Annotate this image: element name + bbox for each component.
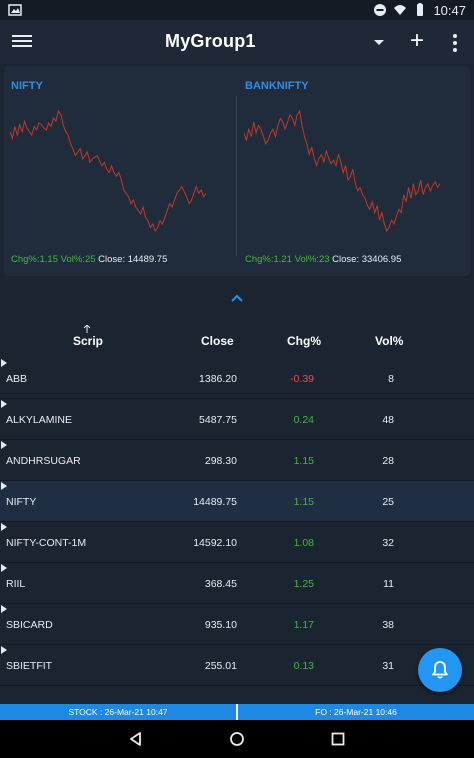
chg-value: 1.08	[293, 537, 314, 549]
chart-divider	[236, 96, 237, 256]
recents-icon[interactable]	[330, 731, 346, 747]
table-row[interactable]: RIIL 368.45 1.25 11	[0, 563, 474, 604]
app-bar: MyGroup1 +	[0, 20, 474, 64]
banknifty-line-chart	[244, 109, 440, 233]
vol-value: 32	[382, 537, 394, 549]
nifty-line-chart	[10, 109, 206, 233]
close-value: 14592.10	[193, 537, 237, 549]
status-time: 10:47	[433, 2, 466, 18]
close-value: 368.45	[204, 578, 237, 590]
row-arrow-icon[interactable]	[0, 481, 8, 491]
chart-stats: Chg%:1.21 Vol%:23 Close: 33406.95	[245, 254, 401, 265]
scrip-name: NIFTY	[6, 496, 37, 508]
back-icon[interactable]	[128, 731, 144, 747]
close-value: 5487.75	[199, 414, 237, 426]
table-row[interactable]: SBICARD 935.10 1.17 38	[0, 604, 474, 645]
fo-market-status: FO : 26-Mar-21 10:46	[238, 704, 474, 720]
group-dropdown-icon[interactable]	[370, 33, 388, 51]
chg-value: 0.24	[293, 414, 314, 426]
column-header-vol[interactable]: Vol%	[375, 334, 403, 348]
app-screen: 10:47 MyGroup1 + NIFTY Chg%:1.15 Vol%:25…	[0, 0, 474, 758]
bell-icon	[432, 661, 448, 679]
column-header-close[interactable]: Close	[201, 334, 234, 348]
chg-value: 1.15	[293, 455, 314, 467]
row-arrow-icon[interactable]	[0, 440, 8, 450]
close-value: 14489.75	[193, 496, 237, 508]
alert-bell-button[interactable]	[418, 648, 462, 692]
vol-value: 28	[382, 455, 394, 467]
chart-card-nifty[interactable]: NIFTY Chg%:1.15 Vol%:25 Close: 14489.75	[4, 66, 236, 276]
chart-close: Close: 33406.95	[332, 254, 402, 265]
add-button[interactable]: +	[405, 29, 429, 54]
vol-value: 8	[388, 373, 394, 385]
chg-value: 1.25	[293, 578, 314, 590]
status-bar: 10:47	[0, 0, 474, 20]
chart-chg: Chg%:1.15	[11, 254, 59, 265]
vol-value: 48	[382, 414, 394, 426]
scrip-name: SBIETFIT	[6, 660, 53, 672]
chart-vol: Vol%:25	[60, 254, 96, 265]
gallery-notification-icon	[8, 4, 22, 16]
vol-value: 38	[382, 619, 394, 631]
chart-close: Close: 14489.75	[98, 254, 168, 265]
scrip-name: NIFTY-CONT-1M	[6, 537, 87, 549]
chg-value: 1.17	[293, 619, 314, 631]
close-value: 298.30	[204, 455, 237, 467]
status-icons: 10:47	[373, 3, 466, 18]
chart-chg: Chg%:1.21	[245, 254, 293, 265]
table-row[interactable]: NIFTY-CONT-1M 14592.10 1.08 32	[0, 522, 474, 563]
vol-value: 25	[382, 496, 394, 508]
watchlist-table-header: Scrip Close Chg% Vol%	[0, 322, 474, 358]
sort-arrow-up-icon	[83, 325, 91, 333]
row-arrow-icon[interactable]	[0, 563, 8, 573]
dnd-icon	[374, 4, 387, 16]
collapse-charts-chevron-icon[interactable]	[229, 292, 245, 304]
page-title: MyGroup1	[165, 31, 256, 51]
index-charts-panel: NIFTY Chg%:1.15 Vol%:25 Close: 14489.75 …	[4, 66, 470, 276]
scrip-name: SBICARD	[6, 619, 53, 631]
vol-value: 11	[383, 578, 394, 590]
scrip-name: ALKYLAMINE	[6, 414, 72, 426]
vol-value: 31	[382, 660, 394, 672]
chart-line	[10, 109, 206, 233]
scrip-name: ANDHRSUGAR	[6, 455, 81, 467]
chart-line	[244, 109, 440, 233]
stock-market-status: STOCK : 26-Mar-21 10:47	[0, 704, 236, 720]
chg-value: 0.13	[293, 660, 314, 672]
column-header-scrip[interactable]: Scrip	[73, 334, 103, 348]
chart-card-banknifty[interactable]: BANKNIFTY Chg%:1.21 Vol%:23 Close: 33406…	[238, 66, 470, 276]
table-row[interactable]: ABB 1386.20 -0.39 8	[0, 358, 474, 399]
battery-icon	[417, 3, 424, 16]
home-icon[interactable]	[229, 731, 245, 747]
row-arrow-icon[interactable]	[0, 522, 8, 532]
chart-vol: Vol%:23	[294, 254, 330, 265]
scrip-name: ABB	[6, 373, 28, 385]
chart-title: BANKNIFTY	[245, 80, 309, 92]
wifi-icon	[394, 5, 407, 15]
table-row[interactable]: SBIETFIT 255.01 0.13 31	[0, 645, 474, 686]
row-arrow-icon[interactable]	[0, 358, 8, 368]
table-row[interactable]: ANDHRSUGAR 298.30 1.15 28	[0, 440, 474, 481]
table-row[interactable]: NIFTY 14489.75 1.15 25	[0, 481, 474, 522]
close-value: 255.01	[204, 660, 237, 672]
chg-value: 1.15	[293, 496, 314, 508]
column-header-chg[interactable]: Chg%	[287, 334, 321, 348]
more-options-icon[interactable]	[448, 32, 462, 52]
row-arrow-icon[interactable]	[0, 645, 8, 655]
chart-stats: Chg%:1.15 Vol%:25 Close: 14489.75	[11, 254, 167, 265]
close-value: 935.10	[204, 619, 237, 631]
table-row[interactable]: ALKYLAMINE 5487.75 0.24 48	[0, 399, 474, 440]
row-arrow-icon[interactable]	[0, 399, 8, 409]
chart-title: NIFTY	[11, 80, 43, 92]
system-nav-bar	[0, 720, 474, 758]
market-status-bar: STOCK : 26-Mar-21 10:47 FO : 26-Mar-21 1…	[0, 704, 474, 720]
scrip-name: RIIL	[6, 578, 26, 590]
watchlist-rows: ABB 1386.20 -0.39 8 ALKYLAMINE 5487.75 0.24 48 A…	[0, 358, 474, 704]
close-value: 1386.20	[199, 373, 237, 385]
hamburger-menu-icon[interactable]	[12, 32, 32, 52]
row-arrow-icon[interactable]	[0, 604, 8, 614]
chg-value: -0.39	[290, 373, 314, 385]
